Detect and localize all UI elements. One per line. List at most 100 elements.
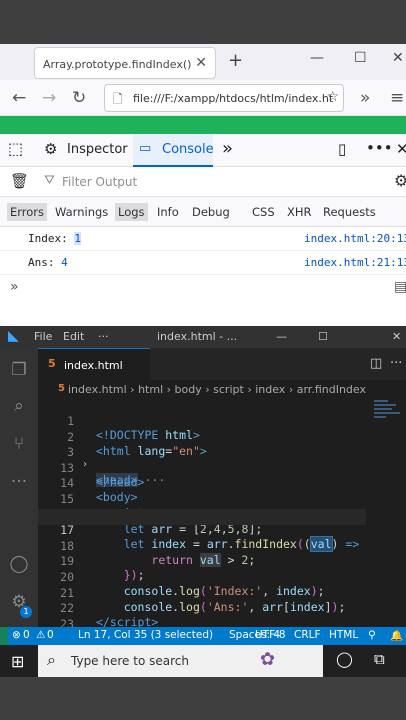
filter-css[interactable]: CSS xyxy=(249,203,278,221)
code-line: 22 </script> xyxy=(38,587,378,629)
remote-indicator[interactable] xyxy=(0,627,8,645)
console-tab-label: Console xyxy=(162,142,214,157)
taskbar-search-box[interactable]: ⌕ Type here to search ✿ xyxy=(38,645,323,677)
search-highlight-icon: ✿ xyxy=(260,649,276,670)
filter-warnings[interactable]: Warnings xyxy=(52,203,111,221)
settings-gear-icon[interactable]: ⚙ xyxy=(0,592,38,612)
console-log-row: Ans: 4 index.html:21:13 xyxy=(0,251,406,275)
console-settings-icon[interactable]: ⚙ xyxy=(394,171,406,190)
console-input[interactable]: » ▤ xyxy=(0,275,406,323)
close-tab-icon[interactable]: ✕ xyxy=(195,55,207,71)
warning-count[interactable]: 0 xyxy=(47,629,54,641)
account-icon[interactable]: ◯ xyxy=(0,554,38,574)
close-window-icon[interactable]: ✕ xyxy=(392,50,404,66)
inspector-tab[interactable]: Inspector xyxy=(67,142,128,157)
bookmark-star-icon[interactable]: ☆ xyxy=(326,89,339,105)
task-view-icon[interactable]: ⧉ xyxy=(374,650,385,668)
breadcrumb-item[interactable]: script xyxy=(213,383,244,396)
breadcrumb-item[interactable]: body xyxy=(175,383,202,396)
explorer-icon[interactable]: ❐ xyxy=(0,360,38,380)
status-bar: ⊗ 0 ⚠ 0 Ln 17, Col 35 (3 selected) Space… xyxy=(0,627,406,645)
reload-icon[interactable]: ↻ xyxy=(72,88,86,108)
breadcrumb-item[interactable]: index xyxy=(255,383,285,396)
log-source-link[interactable]: index.html:21:13 xyxy=(304,256,406,269)
maximize-icon[interactable]: ☐ xyxy=(354,50,367,66)
code-line: 3 › <head> ··· xyxy=(38,431,378,488)
vscode-title-bar: ◣ File Edit ··· index.html - ... — ☐ ✕ xyxy=(0,326,406,348)
error-icon[interactable]: ⊗ xyxy=(12,629,21,641)
dock-icon[interactable]: ▯ xyxy=(338,140,346,158)
code-line: 21 console.log('Ans:', arr[index]); xyxy=(38,572,378,614)
notifications-bell-icon[interactable]: 🔔 xyxy=(390,629,403,642)
live-share-icon[interactable]: ⚲ xyxy=(368,629,376,641)
filter-requests[interactable]: Requests xyxy=(320,203,379,221)
filter-debug[interactable]: Debug xyxy=(189,203,233,221)
editor-mode-icon[interactable]: ▤ xyxy=(394,279,406,295)
cortana-icon[interactable]: ◯ xyxy=(336,650,353,668)
forward-icon[interactable]: → xyxy=(42,88,56,108)
minimap-line xyxy=(374,408,392,410)
console-category-filters: Errors Warnings Logs Info Debug CSS XHR … xyxy=(0,197,406,227)
menu-edit[interactable]: Edit xyxy=(63,330,84,343)
address-bar[interactable]: 🗋 file:///F:/xampp/htdocs/htlm/index.ht … xyxy=(104,84,344,112)
line-ending[interactable]: CRLF xyxy=(294,629,321,641)
search-icon[interactable]: ⌕ xyxy=(0,396,38,416)
log-label: Index: xyxy=(28,232,75,245)
new-tab-icon[interactable]: + xyxy=(228,50,243,71)
inspector-icon[interactable]: ⚙ xyxy=(44,140,57,158)
code-editor[interactable]: 1 <!DOCTYPE html> 2 <html lang="en"> 3 ›… xyxy=(38,398,378,645)
log-source-link[interactable]: index.html:20:13 xyxy=(304,232,406,245)
code-line: 1 <!DOCTYPE html> xyxy=(38,400,378,442)
menu-file[interactable]: File xyxy=(34,330,52,343)
more-panels-icon[interactable]: » xyxy=(222,138,233,159)
split-editor-icon[interactable]: ◫ xyxy=(370,356,382,371)
filter-logs[interactable]: Logs xyxy=(115,203,148,221)
element-picker-icon[interactable]: ⬚ xyxy=(8,139,23,158)
close-devtools-icon[interactable]: ✕ xyxy=(396,140,406,158)
menu-more[interactable]: ··· xyxy=(98,330,109,343)
browser-tab[interactable]: Array.prototype.findIndex() ✕ xyxy=(34,47,216,79)
minimap[interactable] xyxy=(366,398,406,628)
log-value: 4 xyxy=(61,256,68,269)
menu-icon[interactable]: ≡ xyxy=(390,88,404,108)
console-log-row: Index: 1 index.html:20:13 xyxy=(0,227,406,251)
breadcrumb-item[interactable]: index.html xyxy=(68,383,127,396)
maximize-icon[interactable]: ☐ xyxy=(318,330,328,343)
top-letterbox xyxy=(0,0,406,44)
minimize-icon[interactable]: — xyxy=(310,50,324,66)
minimap-line xyxy=(374,400,388,402)
code-line-current: 17 let index = arr.findIndex((val) => { xyxy=(38,509,378,553)
minimize-icon[interactable]: — xyxy=(276,330,287,343)
more-tools-icon[interactable]: » xyxy=(360,88,370,108)
cursor-position[interactable]: Ln 17, Col 35 (3 selected) xyxy=(78,629,213,641)
log-message: Index: 1 xyxy=(28,232,81,245)
filter-info[interactable]: Info xyxy=(154,203,182,221)
filter-errors[interactable]: Errors xyxy=(7,203,48,221)
editor-tab-index-html[interactable]: 5 index.html xyxy=(38,348,150,380)
vscode-logo-icon: ◣ xyxy=(8,328,19,344)
filter-xhr[interactable]: XHR xyxy=(284,203,315,221)
close-window-icon[interactable]: ✕ xyxy=(392,330,401,343)
filter-output-input[interactable]: Filter Output xyxy=(62,175,137,189)
breadcrumb-item[interactable]: html xyxy=(138,383,163,396)
file-icon: 🗋 xyxy=(113,92,123,106)
editor-more-icon[interactable]: ··· xyxy=(390,356,402,371)
source-control-icon[interactable]: ⑂ xyxy=(0,434,38,454)
more-views-icon[interactable]: ··· xyxy=(0,472,38,492)
error-count[interactable]: 0 xyxy=(23,629,30,641)
trash-icon[interactable]: 🗑 xyxy=(10,172,29,190)
chevron-right-icon: › xyxy=(288,383,297,396)
devtools-options-icon[interactable]: ••• xyxy=(366,139,393,157)
windows-start-icon[interactable]: ⊞ xyxy=(11,652,24,671)
back-icon[interactable]: ← xyxy=(12,88,26,108)
console-tab[interactable]: ▭ Console xyxy=(133,134,214,167)
code-line: 15 <script> xyxy=(38,478,378,520)
console-icon: ▭ xyxy=(139,141,152,156)
minimap-line xyxy=(374,404,396,406)
search-icon: ⌕ xyxy=(47,650,56,669)
windows-taskbar: ⊞ ⌕ Type here to search ✿ ◯ ⧉ xyxy=(0,645,406,677)
encoding[interactable]: UTF-8 xyxy=(255,629,286,641)
language-mode[interactable]: HTML xyxy=(329,629,358,641)
breadcrumb-item[interactable]: arr.findIndex xyxy=(297,383,366,396)
warning-icon[interactable]: ⚠ xyxy=(36,629,45,641)
